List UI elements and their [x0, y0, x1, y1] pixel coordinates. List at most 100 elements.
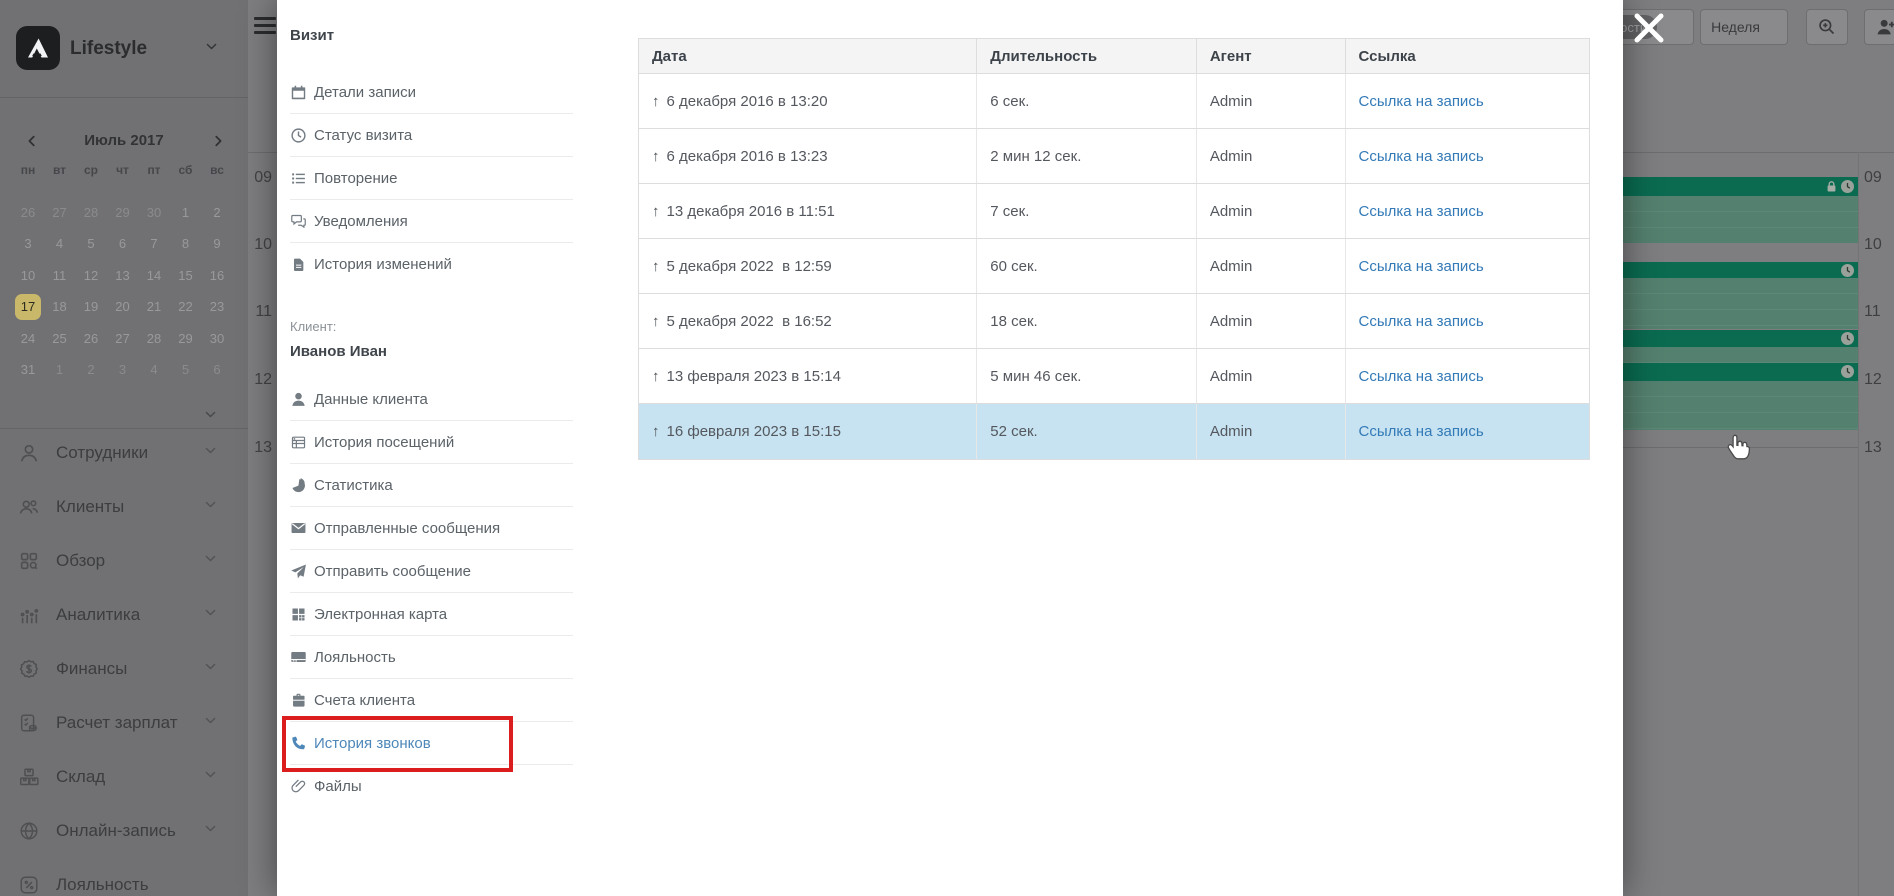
call-agent-cell: Admin	[1196, 239, 1345, 293]
calendar-day[interactable]: 12	[78, 263, 104, 289]
calendar-day[interactable]: 30	[204, 326, 230, 352]
sidebar-item-percent[interactable]: Лояльность	[0, 867, 248, 896]
nav-item-pie[interactable]: Статистика	[290, 464, 573, 507]
calendar-day[interactable]: 1	[173, 200, 199, 226]
outgoing-call-icon: ↑	[652, 423, 660, 440]
calendar-day-selected[interactable]: 17	[15, 294, 41, 320]
calendar-day[interactable]: 5	[78, 231, 104, 257]
add-client-button[interactable]	[1864, 9, 1894, 45]
calendar-day[interactable]: 3	[15, 231, 41, 257]
calendar-day[interactable]: 6	[204, 357, 230, 383]
clock-badge-icon	[1841, 264, 1854, 277]
call-record-link[interactable]: Ссылка на запись	[1359, 258, 1484, 275]
calendar-day[interactable]: 14	[141, 263, 167, 289]
call-record-link[interactable]: Ссылка на запись	[1359, 203, 1484, 220]
app-logo[interactable]	[16, 26, 60, 70]
chevron-down-icon	[204, 660, 217, 678]
sidebar-item-finance[interactable]: Финансы	[0, 651, 248, 687]
call-record-link[interactable]: Ссылка на запись	[1359, 313, 1484, 330]
calendar-day[interactable]: 31	[15, 357, 41, 383]
hamburger-menu-icon[interactable]	[254, 17, 276, 34]
call-record-link[interactable]: Ссылка на запись	[1359, 148, 1484, 165]
week-view-button[interactable]: Неделя	[1700, 9, 1788, 45]
calendar-day[interactable]: 7	[141, 231, 167, 257]
collapse-calendar-button[interactable]	[204, 408, 217, 426]
paperclip-icon	[290, 778, 307, 795]
nav-item-clock[interactable]: Статус визита	[290, 114, 573, 157]
sidebar-item-warehouse[interactable]: Склад	[0, 759, 248, 795]
zoom-button[interactable]	[1806, 9, 1848, 45]
call-link-cell: Ссылка на запись	[1345, 184, 1589, 238]
calendar-day[interactable]: 2	[78, 357, 104, 383]
sidebar-item-users[interactable]: Клиенты	[0, 489, 248, 525]
calendar-day[interactable]: 28	[141, 326, 167, 352]
chevron-down-icon[interactable]	[205, 40, 218, 58]
calendar-event	[1623, 363, 1858, 430]
calendar-day[interactable]: 22	[173, 294, 199, 320]
nav-item-table[interactable]: История посещений	[290, 421, 573, 464]
nav-item-calendar[interactable]: Детали записи	[290, 71, 573, 114]
calendar-day[interactable]: 9	[204, 231, 230, 257]
calendar-day[interactable]: 2	[204, 200, 230, 226]
calendar-day[interactable]: 26	[15, 200, 41, 226]
calendar-day[interactable]: 29	[173, 326, 199, 352]
calendar-day[interactable]: 5	[173, 357, 199, 383]
logo-glyph-icon	[25, 35, 51, 61]
calendar-day[interactable]: 20	[110, 294, 136, 320]
calendar-event	[1623, 262, 1858, 329]
sidebar-item-grid[interactable]: Обзор	[0, 543, 248, 579]
calendar-day[interactable]: 10	[15, 263, 41, 289]
calendar-day[interactable]: 24	[15, 326, 41, 352]
call-record-link[interactable]: Ссылка на запись	[1359, 368, 1484, 385]
calendar-day[interactable]: 1	[47, 357, 73, 383]
brand-name: Lifestyle	[70, 38, 147, 60]
sidebar-item-user[interactable]: Сотрудники	[0, 435, 248, 471]
table-icon	[290, 434, 307, 451]
call-record-link[interactable]: Ссылка на запись	[1359, 423, 1484, 440]
calendar-day[interactable]: 16	[204, 263, 230, 289]
calendar-day[interactable]: 6	[110, 231, 136, 257]
clock-badge-icon	[1841, 180, 1854, 193]
calendar-day[interactable]: 15	[173, 263, 199, 289]
close-button[interactable]	[1630, 9, 1668, 47]
call-duration-cell: 60 сек.	[976, 239, 1196, 293]
nav-item-list[interactable]: Повторение	[290, 157, 573, 200]
nav-item-file[interactable]: История изменений	[290, 243, 573, 286]
finance-icon	[18, 658, 40, 680]
calendar-day[interactable]: 13	[110, 263, 136, 289]
calendar-day[interactable]: 19	[78, 294, 104, 320]
chevron-down-icon	[204, 822, 217, 840]
column-header: Дата	[639, 39, 976, 73]
nav-item-card[interactable]: Лояльность	[290, 636, 573, 679]
nav-item-qrcode[interactable]: Электронная карта	[290, 593, 573, 636]
calendar-day[interactable]: 30	[141, 200, 167, 226]
calendar-day[interactable]: 25	[47, 326, 73, 352]
calendar-day[interactable]: 8	[173, 231, 199, 257]
calendar-day[interactable]: 29	[110, 200, 136, 226]
nav-item-comments[interactable]: Уведомления	[290, 200, 573, 243]
next-month-button[interactable]	[208, 131, 228, 151]
sidebar-item-analytics[interactable]: Аналитика	[0, 597, 248, 633]
nav-item-send[interactable]: Отправить сообщение	[290, 550, 573, 593]
calendar-day[interactable]: 11	[47, 263, 73, 289]
calendar-day[interactable]: 28	[78, 200, 104, 226]
nav-item-label: Отправить сообщение	[314, 563, 471, 580]
clock-badge-icon	[1841, 365, 1854, 378]
card-icon	[290, 649, 307, 666]
calendar-day[interactable]: 4	[47, 231, 73, 257]
calendar-day[interactable]: 27	[47, 200, 73, 226]
analytics-icon	[18, 604, 40, 626]
calendar-day[interactable]: 23	[204, 294, 230, 320]
nav-item-user-solid[interactable]: Данные клиента	[290, 378, 573, 421]
sidebar-item-globe[interactable]: Онлайн-запись	[0, 813, 248, 849]
calendar-day[interactable]: 3	[110, 357, 136, 383]
calendar-day[interactable]: 26	[78, 326, 104, 352]
sidebar-item-payroll[interactable]: Расчет зарплат	[0, 705, 248, 741]
calendar-day[interactable]: 21	[141, 294, 167, 320]
time-label: 13	[244, 439, 272, 457]
calendar-day[interactable]: 4	[141, 357, 167, 383]
nav-item-envelope[interactable]: Отправленные сообщения	[290, 507, 573, 550]
call-record-link[interactable]: Ссылка на запись	[1359, 93, 1484, 110]
calendar-day[interactable]: 18	[47, 294, 73, 320]
calendar-day[interactable]: 27	[110, 326, 136, 352]
